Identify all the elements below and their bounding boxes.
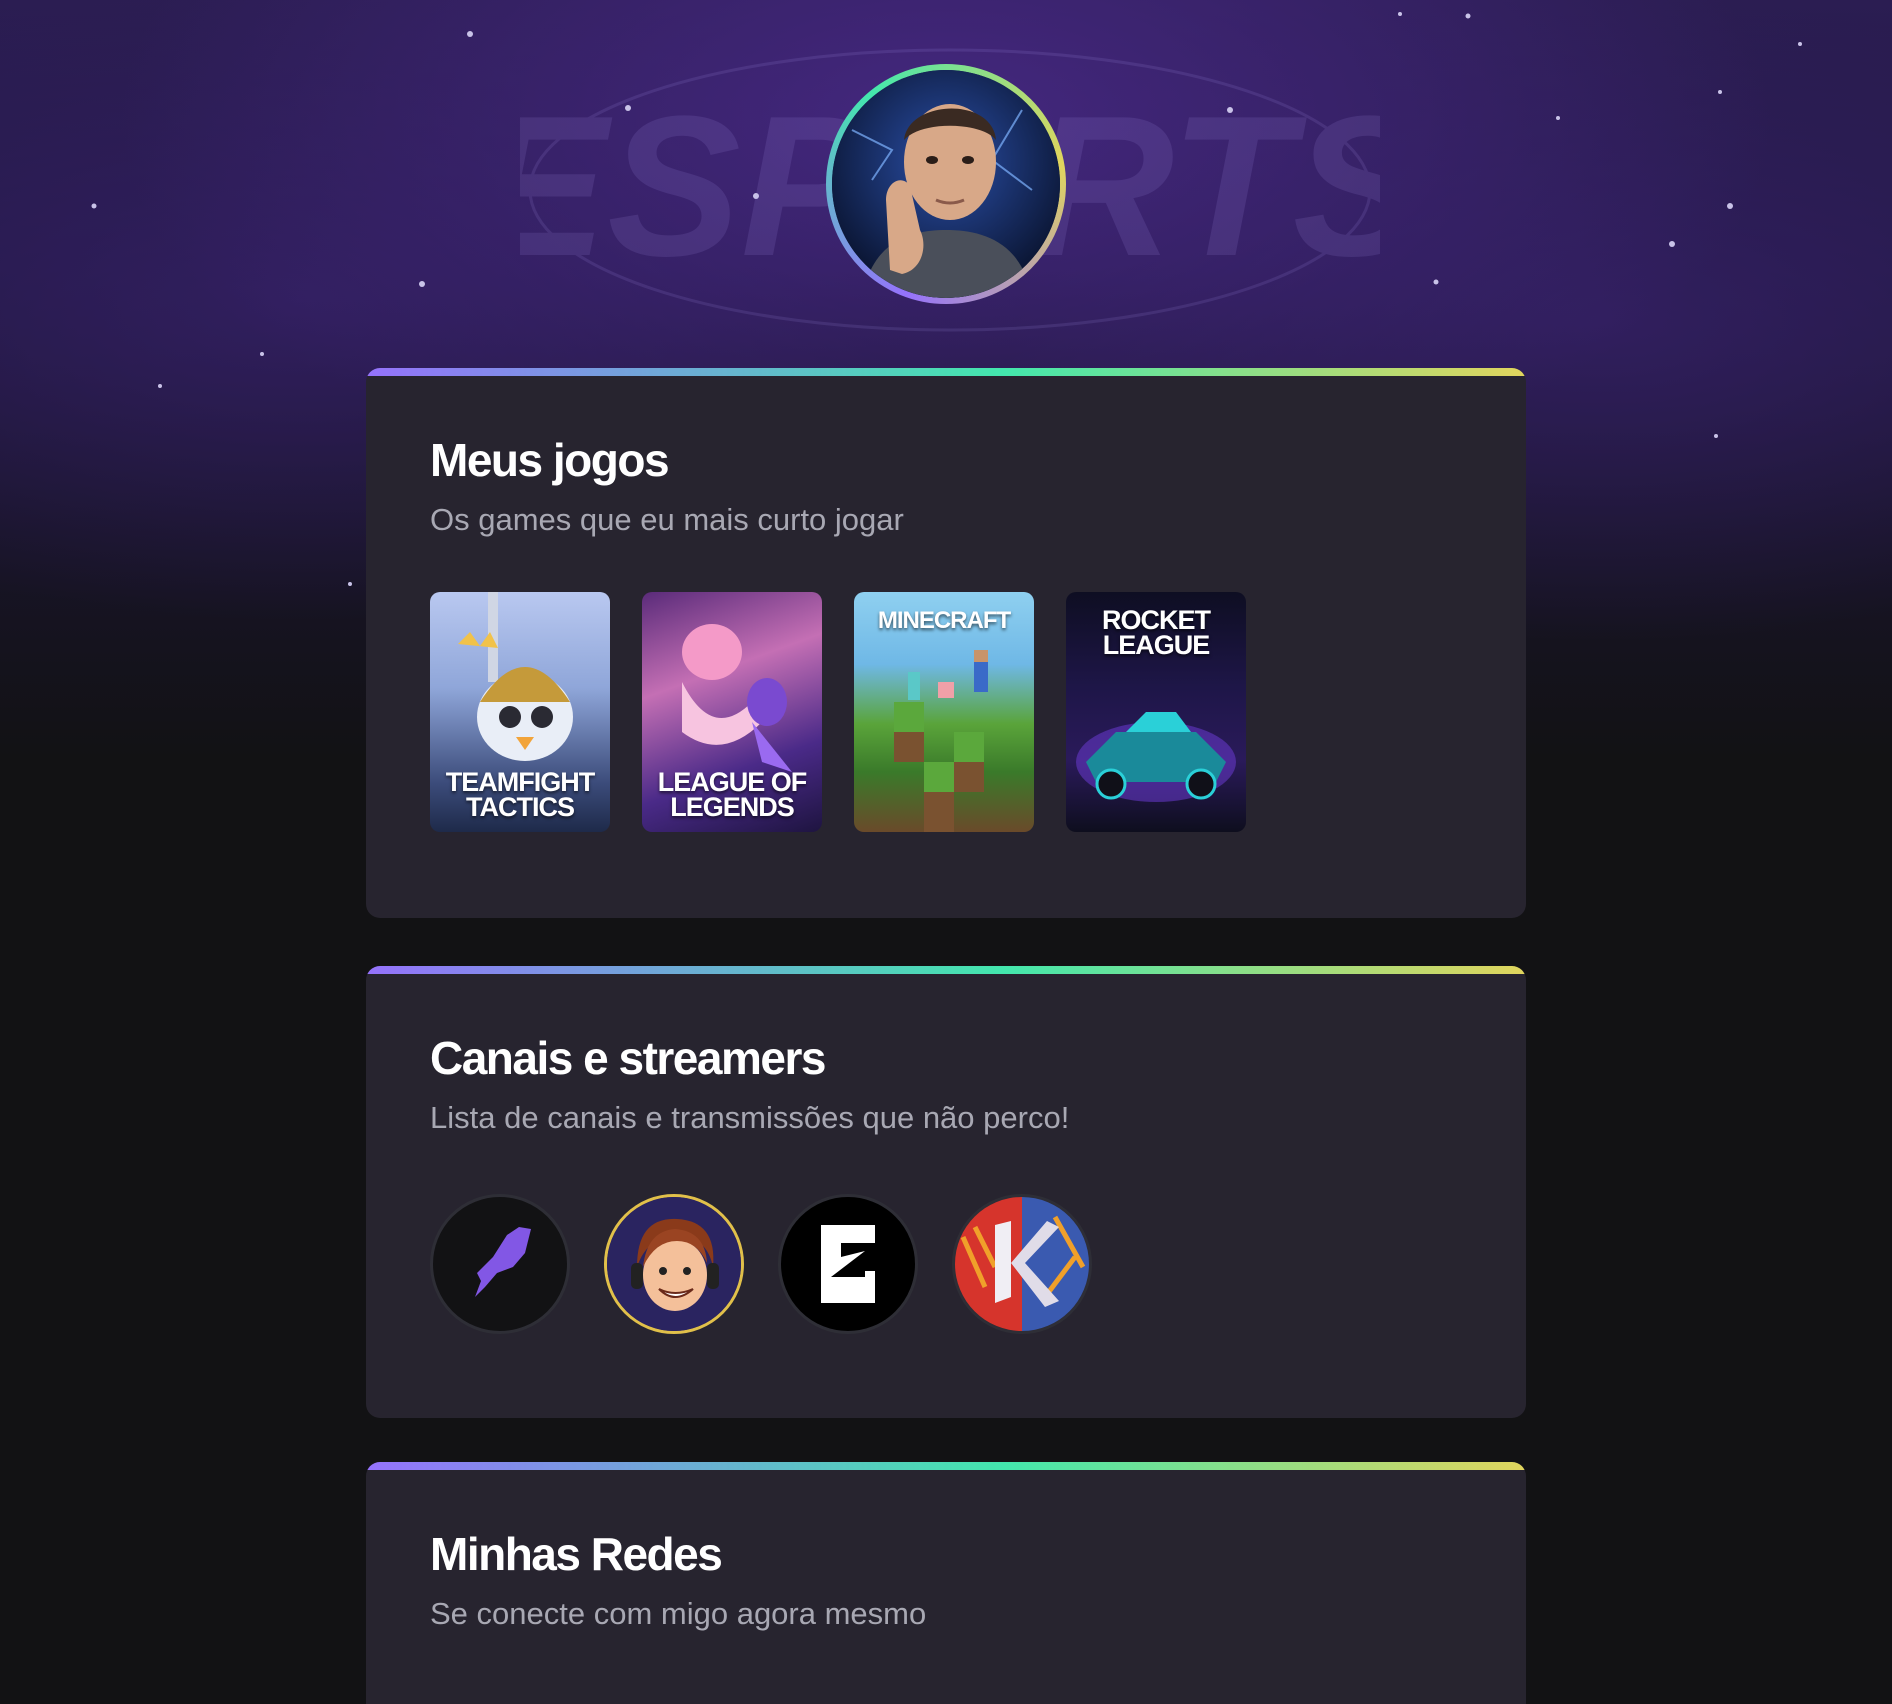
games-title: Meus jogos bbox=[430, 434, 670, 486]
game-rocket-league[interactable]: ROCKET LEAGUE bbox=[1066, 592, 1246, 832]
profile-photo-icon bbox=[832, 70, 1060, 298]
game-label: MINECRAFT bbox=[877, 607, 1011, 634]
game-minecraft[interactable]: MINECRAFT bbox=[854, 592, 1034, 832]
channel-rocketseat[interactable] bbox=[430, 1194, 570, 1334]
social-subtitle: Se conecte com migo agora mesmo bbox=[430, 1596, 927, 1631]
game-teamfight-tactics[interactable]: TEAMFIGHT TACTICS bbox=[430, 592, 610, 832]
gaules-channel-icon bbox=[821, 1225, 875, 1303]
game-label: LEAGUE OF LEGENDS bbox=[657, 767, 808, 822]
social-card: Minhas Redes Se conecte com migo agora m… bbox=[366, 1462, 1526, 1704]
channels-card: Canais e streamers Lista de canais e tra… bbox=[366, 966, 1526, 1418]
channel-red-blue-k[interactable] bbox=[952, 1194, 1092, 1334]
game-label: TEAMFIGHT TACTICS bbox=[445, 767, 595, 822]
games-card: Meus jogos Os games que eu mais curto jo… bbox=[366, 368, 1526, 918]
profile-avatar bbox=[832, 70, 1060, 298]
channels-title: Canais e streamers bbox=[430, 1032, 826, 1084]
game-league-of-legends[interactable]: LEAGUE OF LEGENDS bbox=[642, 592, 822, 832]
profile-avatar-ring bbox=[826, 64, 1066, 304]
games-list: TEAMFIGHT TACTICS LEAGUE OF LEGENDS MINE… bbox=[430, 592, 1462, 832]
games-subtitle: Os games que eu mais curto jogar bbox=[430, 502, 904, 537]
channels-subtitle: Lista de canais e transmissões que não p… bbox=[430, 1100, 1070, 1135]
social-title: Minhas Redes bbox=[430, 1528, 723, 1580]
channel-gaules[interactable] bbox=[778, 1194, 918, 1334]
channels-list bbox=[430, 1194, 1462, 1334]
game-label: ROCKET LEAGUE bbox=[1102, 605, 1211, 660]
streamer-cartoon-avatar-icon bbox=[607, 1197, 741, 1331]
red-blue-k-channel-icon bbox=[955, 1197, 1089, 1331]
rocketseat-icon bbox=[475, 1227, 531, 1297]
channel-streamer-cartoon[interactable] bbox=[604, 1194, 744, 1334]
